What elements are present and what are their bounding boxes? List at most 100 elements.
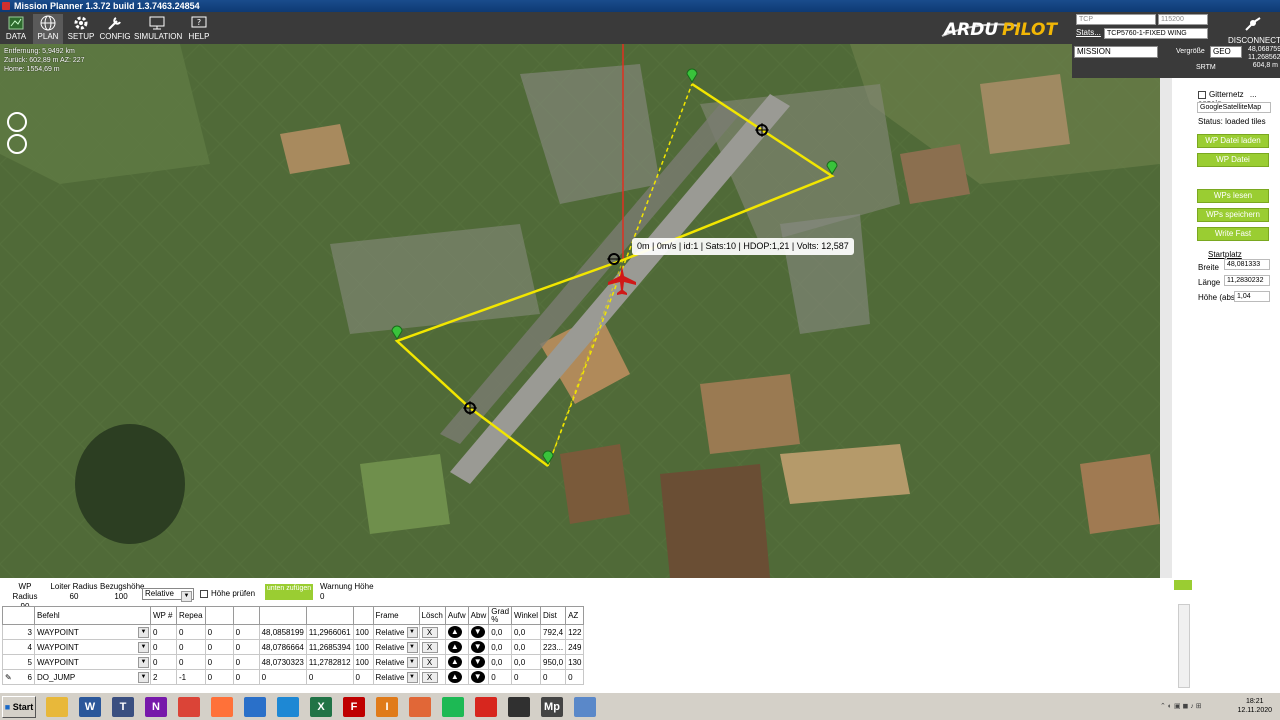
filezilla-icon[interactable]: F (343, 697, 365, 717)
cell[interactable]: 0 (232, 624, 260, 640)
chrome-icon[interactable] (178, 697, 200, 717)
cell[interactable]: 0 (232, 654, 260, 670)
cell[interactable]: 2 (150, 669, 177, 685)
onenote-icon[interactable]: N (145, 697, 167, 717)
table-row[interactable]: ✎6 DO_JUMP 2 -1 0 0 0 0 0 Relative X ▲ ▼… (2, 669, 585, 685)
save-wp-file-button[interactable]: WP Datei speichern (1197, 153, 1269, 176)
matlab-icon[interactable] (409, 697, 431, 717)
up-cell[interactable]: ▲ (444, 669, 469, 685)
simulation-button[interactable]: SIMULATION (134, 14, 182, 44)
help-button[interactable]: ? HELP (184, 14, 214, 44)
cell-lat[interactable]: 48,0730323 (258, 654, 307, 670)
cell[interactable]: 0 (232, 639, 260, 655)
up-cell[interactable]: ▲ (444, 654, 469, 670)
coord-format-select[interactable]: GEO (1210, 46, 1242, 58)
cell[interactable]: 0 (176, 624, 206, 640)
texstudio-icon[interactable]: T (112, 697, 134, 717)
cell-lon[interactable]: 11,2966061 (305, 624, 354, 640)
loiter-radius-field[interactable]: Loiter Radius 60 (50, 582, 98, 602)
map-splitter[interactable] (1160, 44, 1172, 578)
data-button[interactable]: DATA (2, 14, 30, 44)
cell[interactable]: 0 (204, 624, 234, 640)
delete-button[interactable]: X (421, 656, 438, 668)
up-cell[interactable]: ▲ (444, 624, 469, 640)
table-row[interactable]: 3 WAYPOINT 0 0 0 0 48,0858199 11,2966061… (2, 624, 585, 640)
delete-button[interactable]: X (421, 641, 438, 653)
hoehe-input[interactable]: 1,04 (1234, 291, 1270, 302)
breite-input[interactable]: 48,081333 (1224, 259, 1270, 270)
reference-alt-value[interactable]: 100 (100, 592, 142, 602)
delete-cell[interactable]: X (418, 624, 446, 640)
plan-button[interactable]: PLAN (33, 14, 63, 44)
move-down-icon[interactable]: ▼ (470, 671, 485, 683)
delete-cell[interactable]: X (418, 654, 446, 670)
clock[interactable]: 18:21 12.11.2020 (1237, 697, 1272, 715)
connection-type-select[interactable]: TCP (1076, 14, 1156, 25)
missionplanner-icon[interactable]: Mp (541, 697, 563, 717)
cell-alt[interactable]: 100 (352, 654, 374, 670)
config-button[interactable]: CONFIG (99, 14, 131, 44)
cell-alt[interactable]: 0 (352, 669, 374, 685)
down-cell[interactable]: ▼ (467, 654, 490, 670)
down-cell[interactable]: ▼ (467, 624, 490, 640)
baud-select[interactable]: 115200 (1158, 14, 1208, 25)
read-wps-button[interactable]: WPs lesen (1197, 189, 1269, 203)
zoom-tool-icon[interactable] (7, 134, 27, 154)
table-row[interactable]: 4 WAYPOINT 0 0 0 0 48,0786664 11,2685394… (2, 639, 585, 655)
cell-lon[interactable]: 11,2782812 (305, 654, 354, 670)
cell-lat[interactable]: 0 (258, 669, 307, 685)
disconnect-button[interactable]: DISCONNECT (1228, 16, 1280, 45)
cell[interactable]: 0 (176, 654, 206, 670)
cell-frame[interactable]: Relative (372, 669, 420, 685)
firefox-icon[interactable] (211, 697, 233, 717)
load-wp-file-button[interactable]: WP Datei laden (1197, 134, 1269, 148)
alt-frame-select[interactable]: Relative (142, 588, 194, 602)
thunderbird-icon[interactable] (244, 697, 266, 717)
cell-lon[interactable]: 0 (305, 669, 354, 685)
delete-cell[interactable]: X (418, 669, 446, 685)
grid-checkbox[interactable] (1198, 90, 1206, 99)
stats-link[interactable]: Stats... (1076, 28, 1101, 37)
cell-frame[interactable]: Relative (372, 624, 420, 640)
move-down-icon[interactable]: ▼ (470, 656, 485, 668)
down-cell[interactable]: ▼ (467, 639, 490, 655)
cell[interactable]: 0 (150, 654, 177, 670)
cell[interactable]: 0 (176, 639, 206, 655)
laenge-input[interactable]: 11,2830232 (1224, 275, 1270, 286)
down-cell[interactable]: ▼ (467, 669, 490, 685)
cell-lat[interactable]: 48,0858199 (258, 624, 307, 640)
cell[interactable]: 0 (204, 669, 234, 685)
write-fast-button[interactable]: Write Fast (1197, 227, 1269, 241)
delete-button[interactable]: X (421, 626, 438, 638)
move-up-icon[interactable]: ▲ (447, 641, 462, 653)
cell[interactable]: 0 (150, 624, 177, 640)
cell[interactable]: 0 (150, 639, 177, 655)
table-scrollbar[interactable] (1178, 604, 1190, 688)
explorer-icon[interactable] (46, 697, 68, 717)
app-i-icon[interactable]: I (376, 697, 398, 717)
cell-command[interactable]: WAYPOINT (34, 624, 151, 640)
warning-height-value[interactable]: 0 (320, 592, 374, 602)
map-type-select[interactable]: GoogleSatelliteMap (1197, 102, 1271, 113)
excel-icon[interactable]: X (310, 697, 332, 717)
cell[interactable]: 0 (204, 639, 234, 655)
loiter-radius-value[interactable]: 60 (50, 592, 98, 602)
mode-select[interactable]: MISSION (1074, 46, 1158, 58)
table-row[interactable]: 5 WAYPOINT 0 0 0 0 48,0730323 11,2782812… (2, 654, 585, 670)
vehicle-select[interactable]: TCP5760-1-FIXED WING (1104, 28, 1208, 39)
verify-height-option[interactable]: Höhe prüfen (200, 589, 255, 599)
delete-cell[interactable]: X (418, 639, 446, 655)
move-up-icon[interactable]: ▲ (447, 626, 462, 638)
expand-panel-button[interactable] (1174, 580, 1192, 590)
move-up-icon[interactable]: ▲ (447, 671, 462, 683)
cell-lon[interactable]: 11,2685394 (305, 639, 354, 655)
move-down-icon[interactable]: ▼ (470, 641, 485, 653)
reference-alt-field[interactable]: Bezugshöhe 100 (100, 582, 144, 602)
move-down-icon[interactable]: ▼ (470, 626, 485, 638)
cell-frame[interactable]: Relative (372, 654, 420, 670)
cell-alt[interactable]: 100 (352, 624, 374, 640)
satellite-map[interactable]: Entfernung: 5,9492 km Zurück: 602,89 m A… (0, 44, 1160, 578)
measure-tool-icon[interactable] (7, 112, 27, 132)
move-up-icon[interactable]: ▲ (447, 656, 462, 668)
obs-icon[interactable] (508, 697, 530, 717)
